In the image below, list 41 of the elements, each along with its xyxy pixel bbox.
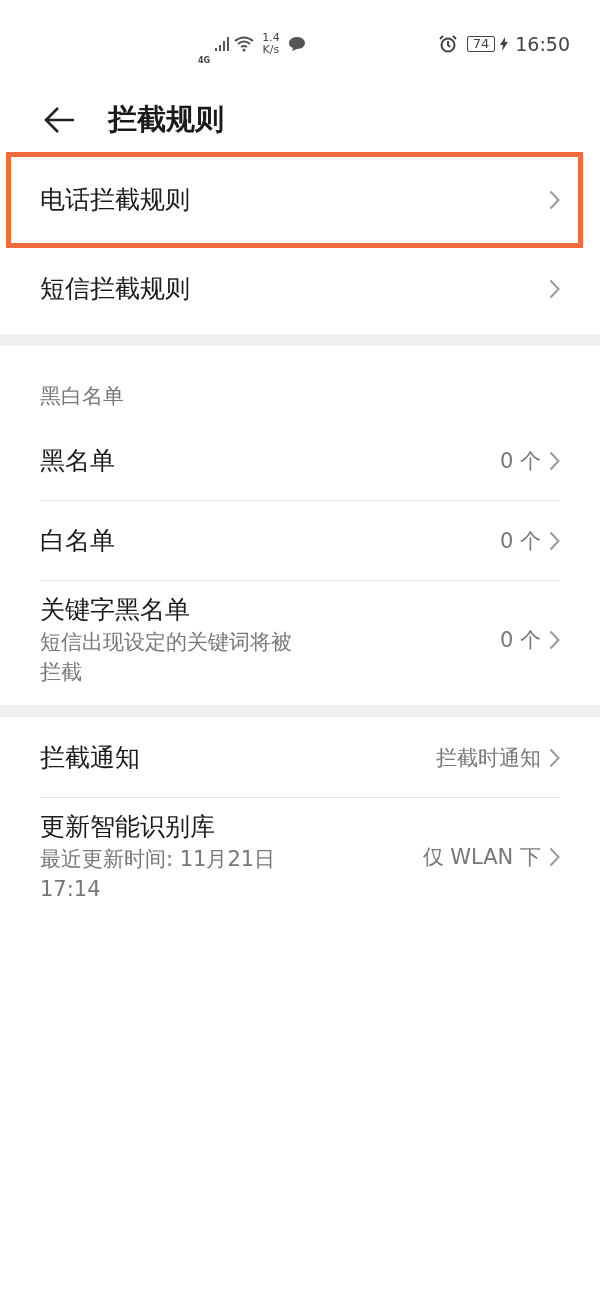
chevron-right-icon <box>549 747 560 768</box>
chevron-right-icon <box>549 190 560 210</box>
speed-value: 1.4 <box>262 32 280 44</box>
chevron-right-icon <box>549 847 560 867</box>
chevron-right-icon <box>549 530 560 551</box>
section-heading: 黑白名单 <box>39 383 125 410</box>
signal-icon <box>215 37 230 51</box>
list-item[interactable]: 电话拦截规则 <box>6 152 583 248</box>
page-title: 拦截规则 <box>108 101 224 138</box>
item-title: 拦截通知 <box>40 741 141 774</box>
speed-unit: K/s <box>262 44 280 56</box>
item-value: 0 个 <box>499 447 541 475</box>
item-title: 电话拦截规则 <box>40 184 191 216</box>
list-item[interactable]: 短信拦截规则 <box>40 248 560 328</box>
clock-time: 16:50 <box>515 33 570 55</box>
battery-indicator: 74 <box>466 36 496 52</box>
chevron-right-icon <box>549 278 560 299</box>
list-item[interactable]: 拦截通知 拦截时通知 <box>40 717 560 797</box>
item-value: 0 个 <box>499 627 541 654</box>
item-value: 拦截时通知 <box>436 744 541 772</box>
item-subtitle: 最近更新时间: 11月21日 17:14 <box>40 846 277 903</box>
item-title: 短信拦截规则 <box>40 272 191 305</box>
list-item[interactable]: 白名单 0 个 <box>40 500 560 580</box>
list-item[interactable]: 黑名单 0 个 <box>40 420 560 500</box>
chevron-right-icon <box>549 630 560 650</box>
network-label: 4G <box>198 55 211 65</box>
item-subtitle: 短信出现设定的关键词将被拦截 <box>40 629 293 686</box>
back-arrow-icon[interactable] <box>44 106 76 134</box>
alarm-clock-icon <box>438 35 457 53</box>
list-item[interactable]: 关键字黑名单 短信出现设定的关键词将被拦截 0 个 <box>40 580 560 699</box>
item-title: 黑名单 <box>40 444 116 477</box>
item-title: 关键字黑名单 <box>40 594 191 626</box>
charging-bolt-icon <box>500 37 509 51</box>
chevron-right-icon <box>549 450 560 471</box>
item-value: 0 个 <box>499 527 541 555</box>
item-title: 白名单 <box>40 524 116 557</box>
item-value: 仅 WLAN 下 <box>422 844 541 871</box>
list-item[interactable]: 更新智能识别库 最近更新时间: 11月21日 17:14 仅 WLAN 下 <box>40 797 560 916</box>
wifi-icon <box>234 36 255 52</box>
chat-bubble-icon <box>287 36 306 52</box>
item-title: 更新智能识别库 <box>40 811 216 843</box>
